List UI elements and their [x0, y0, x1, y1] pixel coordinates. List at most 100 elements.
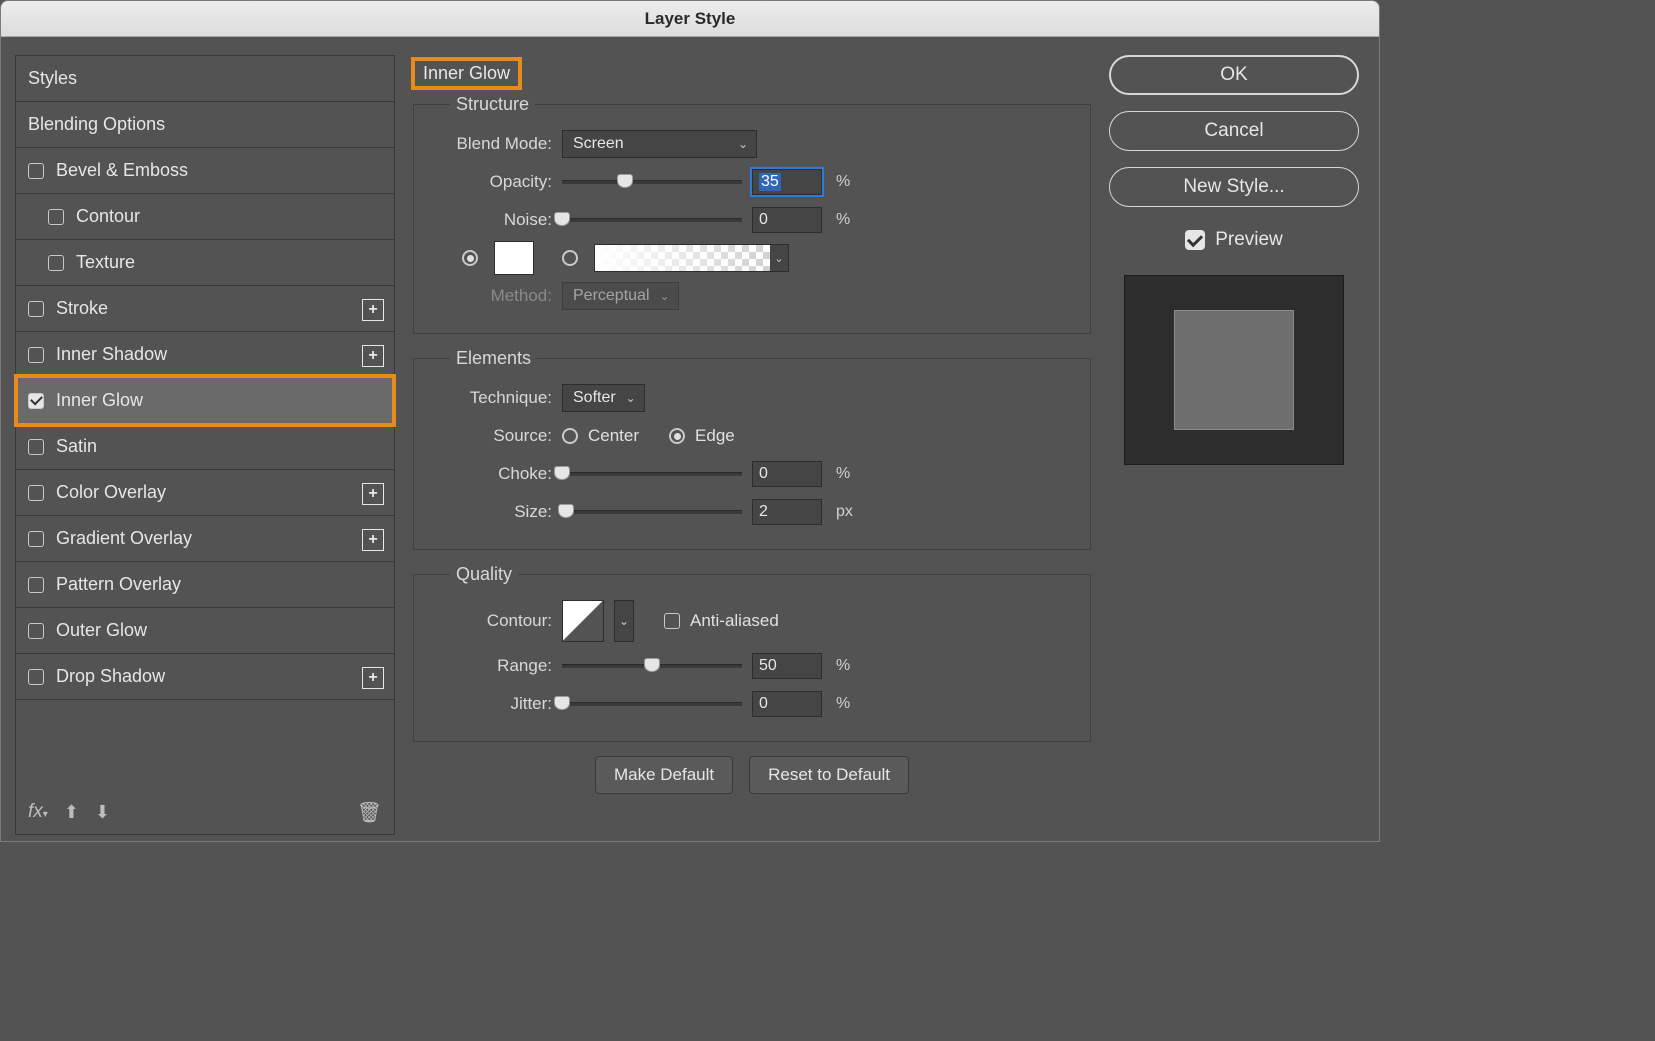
fx-menu-icon[interactable]: fx▾: [28, 801, 48, 823]
cancel-button[interactable]: Cancel: [1109, 111, 1359, 151]
trash-icon[interactable]: 🗑: [357, 800, 382, 825]
jitter-slider[interactable]: [562, 702, 742, 706]
method-select: Perceptual ⌄: [562, 282, 679, 310]
contour-picker[interactable]: [562, 600, 604, 642]
range-slider[interactable]: [562, 664, 742, 668]
preview-swatch: [1174, 310, 1294, 430]
glow-gradient-well[interactable]: ⌄: [594, 244, 789, 272]
ok-button[interactable]: OK: [1109, 55, 1359, 95]
move-down-icon[interactable]: ⬇: [95, 802, 110, 823]
sidebar-item-label: Drop Shadow: [56, 666, 165, 687]
checkbox-inner-glow[interactable]: [28, 393, 44, 409]
choke-input[interactable]: 0: [752, 461, 822, 487]
choke-unit: %: [836, 465, 860, 483]
opacity-slider[interactable]: [562, 180, 742, 184]
checkbox-drop-shadow[interactable]: [28, 669, 44, 685]
sidebar-item-inner-shadow[interactable]: Inner Shadow +: [16, 332, 394, 378]
glow-color-well[interactable]: [494, 241, 534, 275]
size-input[interactable]: 2: [752, 499, 822, 525]
sidebar-item-label: Outer Glow: [56, 620, 147, 641]
noise-slider[interactable]: [562, 218, 742, 222]
sidebar-item-label: Bevel & Emboss: [56, 160, 188, 181]
sidebar-item-bevel-emboss[interactable]: Bevel & Emboss: [16, 148, 394, 194]
noise-unit: %: [836, 211, 860, 229]
contour-label: Contour:: [432, 611, 552, 631]
sidebar-item-outer-glow[interactable]: Outer Glow: [16, 608, 394, 654]
checkbox-color-overlay[interactable]: [28, 485, 44, 501]
sidebar-item-label: Gradient Overlay: [56, 528, 192, 549]
choke-slider[interactable]: [562, 472, 742, 476]
quality-group: Quality Contour: ⌄ Anti-aliased Range: 5…: [413, 564, 1091, 742]
settings-panel: Inner Glow Structure Blend Mode: Screen …: [413, 55, 1091, 835]
sidebar-blending-options[interactable]: Blending Options: [16, 102, 394, 148]
source-center-radio[interactable]: [562, 428, 578, 444]
noise-input[interactable]: 0: [752, 207, 822, 233]
source-label: Source:: [432, 426, 552, 446]
structure-legend: Structure: [450, 94, 535, 115]
sidebar-styles-label: Styles: [28, 68, 77, 89]
blend-mode-select[interactable]: Screen ⌄: [562, 130, 757, 158]
checkbox-gradient-overlay[interactable]: [28, 531, 44, 547]
sidebar-item-label: Stroke: [56, 298, 108, 319]
chevron-down-icon: ⌄: [659, 289, 669, 303]
size-unit: px: [836, 503, 860, 521]
preview-thumbnail: [1124, 275, 1344, 465]
sidebar-item-satin[interactable]: Satin: [16, 424, 394, 470]
sidebar-styles-header[interactable]: Styles: [16, 56, 394, 102]
checkbox-bevel-emboss[interactable]: [28, 163, 44, 179]
sidebar-item-contour[interactable]: Contour: [16, 194, 394, 240]
sidebar-item-label: Contour: [76, 206, 140, 227]
source-center-label: Center: [588, 426, 639, 446]
jitter-input[interactable]: 0: [752, 691, 822, 717]
add-stroke-icon[interactable]: +: [362, 299, 384, 321]
add-gradient-overlay-icon[interactable]: +: [362, 529, 384, 551]
size-slider[interactable]: [562, 510, 742, 514]
reset-default-button[interactable]: Reset to Default: [749, 756, 909, 794]
checkbox-satin[interactable]: [28, 439, 44, 455]
technique-select[interactable]: Softer ⌄: [562, 384, 645, 412]
dialog-actions: OK Cancel New Style... Preview: [1109, 55, 1359, 835]
size-label: Size:: [432, 502, 552, 522]
opacity-unit: %: [836, 173, 860, 191]
window-titlebar: Layer Style: [1, 1, 1379, 37]
sidebar-item-stroke[interactable]: Stroke +: [16, 286, 394, 332]
source-edge-radio[interactable]: [669, 428, 685, 444]
sidebar-item-drop-shadow[interactable]: Drop Shadow +: [16, 654, 394, 700]
sidebar-item-inner-glow[interactable]: Inner Glow: [16, 378, 394, 424]
checkbox-texture[interactable]: [48, 255, 64, 271]
checkbox-pattern-overlay[interactable]: [28, 577, 44, 593]
preview-checkbox[interactable]: [1185, 230, 1205, 250]
range-input[interactable]: 50: [752, 653, 822, 679]
add-drop-shadow-icon[interactable]: +: [362, 667, 384, 689]
jitter-unit: %: [836, 695, 860, 713]
anti-aliased-checkbox[interactable]: [664, 613, 680, 629]
sidebar-item-texture[interactable]: Texture: [16, 240, 394, 286]
opacity-input[interactable]: 35: [752, 169, 822, 195]
color-source-radio[interactable]: [462, 250, 478, 266]
sidebar-item-color-overlay[interactable]: Color Overlay +: [16, 470, 394, 516]
checkbox-stroke[interactable]: [28, 301, 44, 317]
chevron-down-icon: ⌄: [626, 391, 636, 405]
styles-sidebar: Styles Blending Options Bevel & Emboss C…: [15, 55, 395, 835]
sidebar-item-label: Pattern Overlay: [56, 574, 181, 595]
sidebar-item-gradient-overlay[interactable]: Gradient Overlay +: [16, 516, 394, 562]
checkbox-contour[interactable]: [48, 209, 64, 225]
layer-style-dialog: Layer Style Styles Blending Options Beve…: [0, 0, 1380, 842]
move-up-icon[interactable]: ⬆: [64, 802, 79, 823]
contour-chevron-icon[interactable]: ⌄: [614, 600, 634, 642]
add-inner-shadow-icon[interactable]: +: [362, 345, 384, 367]
add-color-overlay-icon[interactable]: +: [362, 483, 384, 505]
checkbox-inner-shadow[interactable]: [28, 347, 44, 363]
make-default-button[interactable]: Make Default: [595, 756, 733, 794]
new-style-button[interactable]: New Style...: [1109, 167, 1359, 207]
sidebar-blending-label: Blending Options: [28, 114, 165, 135]
sidebar-item-label: Color Overlay: [56, 482, 166, 503]
structure-group: Structure Blend Mode: Screen ⌄ Opacity: …: [413, 94, 1091, 334]
checkbox-outer-glow[interactable]: [28, 623, 44, 639]
chevron-down-icon[interactable]: ⌄: [770, 245, 788, 271]
range-label: Range:: [432, 656, 552, 676]
chevron-down-icon: ⌄: [738, 137, 748, 151]
gradient-source-radio[interactable]: [562, 250, 578, 266]
sidebar-item-label: Inner Shadow: [56, 344, 167, 365]
sidebar-item-pattern-overlay[interactable]: Pattern Overlay: [16, 562, 394, 608]
